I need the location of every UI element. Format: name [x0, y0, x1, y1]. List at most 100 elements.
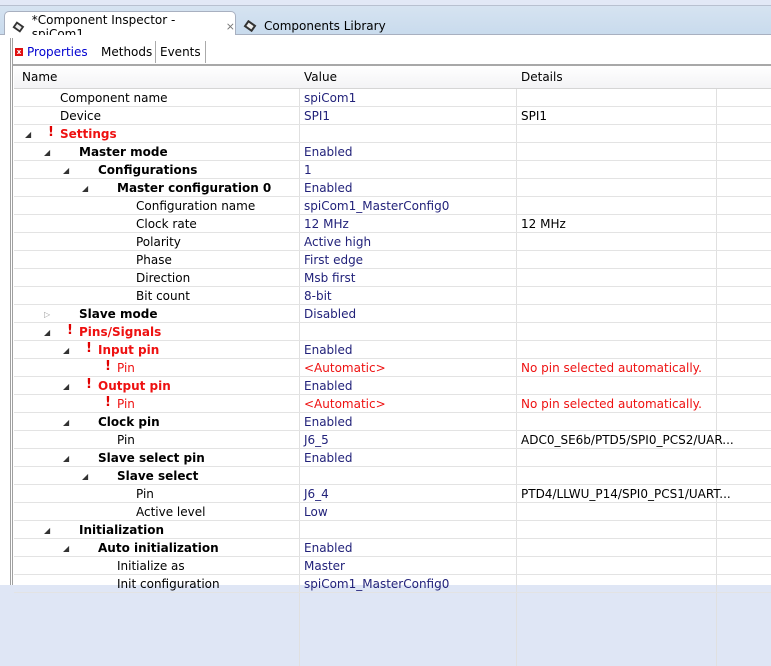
property-value[interactable]: <Automatic>: [304, 397, 386, 411]
property-value[interactable]: Msb first: [304, 271, 356, 285]
table-row[interactable]: Bit count 8-bit: [14, 287, 771, 305]
property-name: Init configuration: [117, 577, 220, 591]
table-row[interactable]: ◢! Output pin Enabled: [14, 377, 771, 395]
table-row[interactable]: ◢ Auto initialization Enabled: [14, 539, 771, 557]
property-value[interactable]: Enabled: [304, 145, 353, 159]
column-header-value[interactable]: Value: [304, 70, 337, 84]
property-name: Polarity: [136, 235, 181, 249]
table-row[interactable]: ! Pin <Automatic> No pin selected automatic…: [14, 395, 771, 413]
table-row[interactable]: Init configuration spiCom1_MasterConfig0: [14, 575, 771, 593]
expand-arrow-icon[interactable]: ▷: [44, 310, 50, 319]
property-details: SPI1: [521, 109, 548, 123]
property-value[interactable]: Enabled: [304, 541, 353, 555]
property-name: Pin: [117, 433, 135, 447]
tab-methods[interactable]: Methods: [101, 41, 152, 63]
collapse-arrow-icon[interactable]: ◢: [82, 184, 88, 193]
collapse-arrow-icon[interactable]: ◢: [44, 328, 50, 337]
property-value[interactable]: Enabled: [304, 415, 353, 429]
close-icon[interactable]: ⨯: [226, 20, 235, 33]
collapse-arrow-icon[interactable]: ◢: [63, 454, 69, 463]
property-details: 12 MHz: [521, 217, 566, 231]
collapse-arrow-icon[interactable]: ◢: [63, 418, 69, 427]
column-header-details[interactable]: Details: [521, 70, 563, 84]
table-row[interactable]: ▷ Slave mode Disabled: [14, 305, 771, 323]
error-icon: !: [67, 323, 73, 338]
property-value[interactable]: First edge: [304, 253, 363, 267]
collapse-arrow-icon[interactable]: ◢: [82, 472, 88, 481]
table-row[interactable]: Clock rate 12 MHz 12 MHz: [14, 215, 771, 233]
property-value[interactable]: Enabled: [304, 451, 353, 465]
table-row[interactable]: Active level Low: [14, 503, 771, 521]
property-value[interactable]: 12 MHz: [304, 217, 349, 231]
property-name: Direction: [136, 271, 191, 285]
table-row[interactable]: ◢! Pins/Signals: [14, 323, 771, 341]
property-name: Pin: [136, 487, 154, 501]
property-name: Auto initialization: [98, 541, 219, 555]
table-row[interactable]: ◢ Slave select pin Enabled: [14, 449, 771, 467]
table-row[interactable]: ◢ Clock pin Enabled: [14, 413, 771, 431]
property-value[interactable]: Enabled: [304, 379, 353, 393]
property-value[interactable]: SPI1: [304, 109, 330, 123]
table-row[interactable]: ◢ Master mode Enabled: [14, 143, 771, 161]
table-row[interactable]: Component name spiCom1: [14, 89, 771, 107]
property-name: Pins/Signals: [79, 325, 162, 339]
table-row[interactable]: ◢ Slave select: [14, 467, 771, 485]
table-row[interactable]: ◢! Input pin Enabled: [14, 341, 771, 359]
table-row[interactable]: Pin J6_5 ADC0_SE6b/PTD5/SPI0_PCS2/UAR...: [14, 431, 771, 449]
property-name: Master mode: [79, 145, 168, 159]
property-value[interactable]: Enabled: [304, 181, 353, 195]
property-name: Slave select pin: [98, 451, 205, 465]
property-details: No pin selected automatically.: [521, 397, 702, 411]
property-value[interactable]: 1: [304, 163, 312, 177]
property-value[interactable]: Master: [304, 559, 345, 573]
property-value[interactable]: 8-bit: [304, 289, 332, 303]
table-row[interactable]: Phase First edge: [14, 251, 771, 269]
collapse-arrow-icon[interactable]: ◢: [63, 382, 69, 391]
collapse-arrow-icon[interactable]: ◢: [25, 130, 31, 139]
error-icon: !: [48, 125, 54, 140]
property-name: Slave select: [117, 469, 199, 483]
property-value[interactable]: J6_4: [304, 487, 329, 501]
property-value[interactable]: J6_5: [304, 433, 329, 447]
property-value[interactable]: <Automatic>: [304, 361, 386, 375]
properties-table: Name Value Details Component name spiCom1…: [14, 66, 771, 666]
collapse-arrow-icon[interactable]: ◢: [44, 148, 50, 157]
property-name: Configurations: [98, 163, 198, 177]
collapse-arrow-icon[interactable]: ◢: [44, 526, 50, 535]
property-value[interactable]: spiCom1_MasterConfig0: [304, 199, 449, 213]
table-row[interactable]: Polarity Active high: [14, 233, 771, 251]
tab-events[interactable]: Events: [155, 41, 206, 63]
table-row[interactable]: Initialize as Master: [14, 557, 771, 575]
error-icon: !: [86, 377, 92, 392]
property-name: Clock pin: [98, 415, 160, 429]
table-row[interactable]: ◢ Initialization: [14, 521, 771, 539]
editor-tab-bar: *Component Inspector - spiCom1 ⨯ Compone…: [0, 6, 771, 41]
property-value[interactable]: Disabled: [304, 307, 356, 321]
table-body: Component name spiCom1 Device SPI1 SPI1 ◢! Set…: [14, 89, 771, 593]
chip-icon: [12, 20, 25, 33]
tab-label: Properties: [27, 45, 88, 59]
table-row[interactable]: Direction Msb first: [14, 269, 771, 287]
property-value[interactable]: Enabled: [304, 343, 353, 357]
property-name: Device: [60, 109, 102, 123]
table-row[interactable]: ! Pin <Automatic> No pin selected automatic…: [14, 359, 771, 377]
table-row[interactable]: ◢! Settings: [14, 125, 771, 143]
property-name: Active level: [136, 505, 206, 519]
property-value[interactable]: Active high: [304, 235, 371, 249]
property-value[interactable]: Low: [304, 505, 328, 519]
table-row[interactable]: Device SPI1 SPI1: [14, 107, 771, 125]
property-value[interactable]: spiCom1_MasterConfig0: [304, 577, 449, 591]
table-row[interactable]: Pin J6_4 PTD4/LLWU_P14/SPI0_PCS1/UART...: [14, 485, 771, 503]
inspector-tabs: x Properties Methods Events: [13, 38, 771, 66]
property-name: Bit count: [136, 289, 190, 303]
collapse-arrow-icon[interactable]: ◢: [63, 166, 69, 175]
collapse-arrow-icon[interactable]: ◢: [63, 346, 69, 355]
tab-properties[interactable]: x Properties: [15, 41, 88, 63]
table-row[interactable]: ◢ Master configuration 0 Enabled: [14, 179, 771, 197]
column-header-name[interactable]: Name: [22, 70, 57, 84]
collapse-arrow-icon[interactable]: ◢: [63, 544, 69, 553]
property-value[interactable]: spiCom1: [304, 91, 356, 105]
property-name: Configuration name: [136, 199, 256, 213]
table-row[interactable]: ◢ Configurations 1: [14, 161, 771, 179]
table-row[interactable]: Configuration name spiCom1_MasterConfig0: [14, 197, 771, 215]
